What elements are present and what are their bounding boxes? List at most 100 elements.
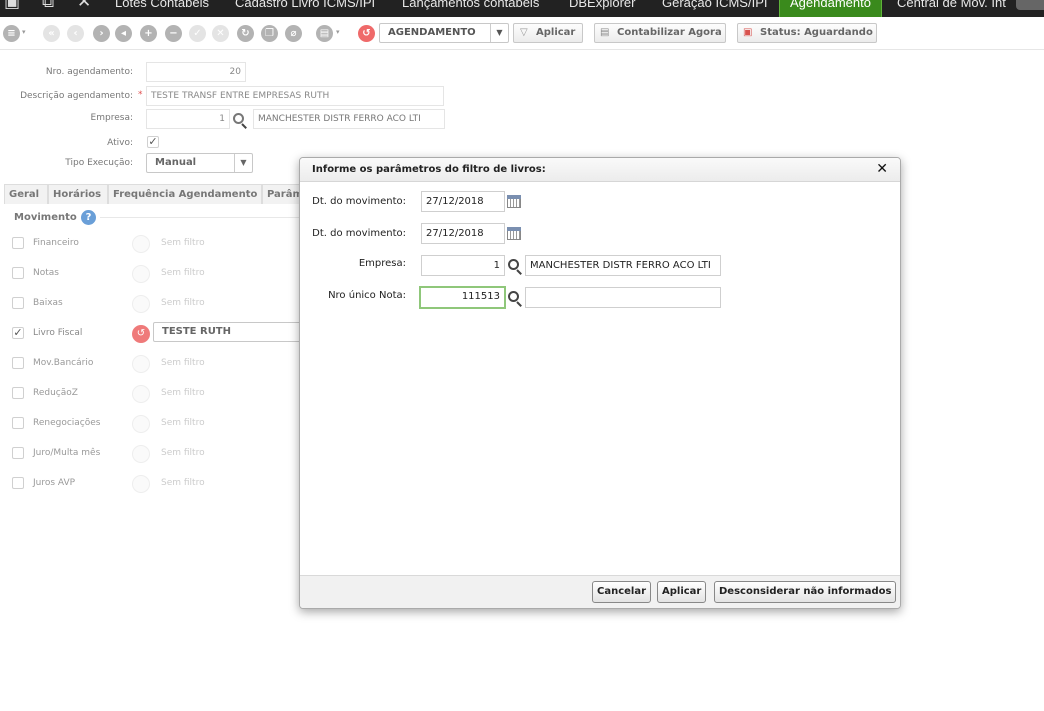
back-icon[interactable]: ◂ xyxy=(115,25,132,42)
tipo-execucao-select[interactable]: Manual ▼ xyxy=(146,153,253,173)
actions-arrow-icon[interactable]: ▾ xyxy=(336,28,340,36)
renegociacoes-label: Renegociações xyxy=(33,418,101,428)
confirm-icon[interactable]: ✓ xyxy=(189,25,206,42)
tab-dbexplorer[interactable]: DBExplorer xyxy=(569,0,635,17)
first-record-icon[interactable]: « xyxy=(43,25,60,42)
mov-bancario-filter[interactable]: Sem filtro xyxy=(161,358,205,368)
apply-filter-button[interactable]: ▽ Aplicar xyxy=(513,23,583,43)
notas-filter[interactable]: Sem filtro xyxy=(161,268,205,278)
post-now-button[interactable]: ▤ Contabilizar Agora xyxy=(594,23,726,43)
tab-cadastro-livro[interactable]: Cadastro Livro ICMS/IPI xyxy=(235,0,375,17)
filter-reset-icon[interactable]: ↺ xyxy=(132,325,150,343)
dialog-footer: Cancelar Aplicar Desconsiderar não infor… xyxy=(300,575,900,608)
tab-lancamentos-contabeis[interactable]: Lançamentos contábeis xyxy=(402,0,539,17)
search-icon[interactable] xyxy=(508,259,519,270)
apply-filter-label: Aplicar xyxy=(536,27,576,38)
remove-icon[interactable]: − xyxy=(165,25,182,42)
post-now-label: Contabilizar Agora xyxy=(617,27,722,38)
attach-icon[interactable]: ⌀ xyxy=(285,25,302,42)
juro-multa-checkbox[interactable] xyxy=(12,447,24,459)
tab-lotes-contabeis[interactable]: Lotes Contábeis xyxy=(115,0,209,17)
reducaoz-filter[interactable]: Sem filtro xyxy=(161,388,205,398)
juro-multa-filter[interactable]: Sem filtro xyxy=(161,448,205,458)
juros-avp-checkbox[interactable] xyxy=(12,477,24,489)
previous-icon[interactable]: ‹ xyxy=(67,25,84,42)
movimento-row-notas: Notas Sem filtro xyxy=(12,265,302,283)
popout-icon[interactable]: ⧉ xyxy=(42,0,54,11)
cancel-icon[interactable]: ✕ xyxy=(212,25,229,42)
renegociacoes-filter[interactable]: Sem filtro xyxy=(161,418,205,428)
descricao-field[interactable]: TESTE TRANSF ENTRE EMPRESAS RUTH xyxy=(146,86,444,106)
cancel-button[interactable]: Cancelar xyxy=(592,581,652,603)
dt-movimento-1-label: Dt. do movimento: xyxy=(312,196,406,207)
filter-clear-icon[interactable] xyxy=(132,355,150,373)
nro-agendamento-field[interactable]: 20 xyxy=(146,62,246,82)
add-icon[interactable]: + xyxy=(140,25,157,42)
juros-avp-filter[interactable]: Sem filtro xyxy=(161,478,205,488)
empresa-label: Empresa: xyxy=(90,113,133,123)
tab-geral[interactable]: Geral xyxy=(4,184,48,204)
movimento-row-juro-multa: Juro/Multa mês Sem filtro xyxy=(12,445,302,463)
filter-clear-icon[interactable] xyxy=(132,385,150,403)
actions-icon[interactable]: ▤ xyxy=(316,25,333,42)
filter-clear-icon[interactable] xyxy=(132,295,150,313)
ignore-uninformed-button[interactable]: Desconsiderar não informados xyxy=(714,581,897,603)
notas-checkbox[interactable] xyxy=(12,267,24,279)
mov-bancario-label: Mov.Bancário xyxy=(33,358,94,368)
status-button[interactable]: ▣ Status: Aguardando xyxy=(737,23,877,43)
tab-horarios[interactable]: Horários xyxy=(48,184,108,204)
window-icon[interactable]: ▣ xyxy=(4,0,20,11)
renegociacoes-checkbox[interactable] xyxy=(12,417,24,429)
dialog-title: Informe os parâmetros do filtro de livro… xyxy=(312,164,546,175)
baixas-checkbox[interactable] xyxy=(12,297,24,309)
financeiro-checkbox[interactable] xyxy=(12,237,24,249)
filter-clear-icon[interactable] xyxy=(132,475,150,493)
help-icon[interactable]: ? xyxy=(81,210,96,225)
ativo-checkbox[interactable]: ✓ xyxy=(147,136,159,148)
juro-multa-label: Juro/Multa mês xyxy=(33,448,101,458)
grid-menu-arrow-icon[interactable]: ▾ xyxy=(22,28,26,36)
livro-fiscal-filter-select[interactable]: TESTE RUTH xyxy=(153,322,313,342)
nro-agendamento-label: Nro. agendamento: xyxy=(45,67,133,77)
notas-label: Notas xyxy=(33,268,59,278)
financeiro-filter[interactable]: Sem filtro xyxy=(161,238,205,248)
baixas-filter[interactable]: Sem filtro xyxy=(161,298,205,308)
mov-bancario-checkbox[interactable] xyxy=(12,357,24,369)
tab-parametros[interactable]: Parâm xyxy=(262,184,303,204)
movimento-row-baixas: Baixas Sem filtro xyxy=(12,295,302,313)
tab-central-mov[interactable]: Central de Mov. Int xyxy=(897,0,1006,17)
tab-frequencia[interactable]: Frequência Agendamento xyxy=(108,184,262,204)
close-icon[interactable]: ✕ xyxy=(876,161,888,177)
copy-icon[interactable]: ❐ xyxy=(261,25,278,42)
calendar-icon[interactable] xyxy=(507,195,521,208)
financeiro-label: Financeiro xyxy=(33,238,79,248)
calendar-icon[interactable] xyxy=(507,227,521,240)
grid-menu-icon[interactable]: ≡ xyxy=(3,25,20,42)
ativo-label: Ativo: xyxy=(107,138,133,148)
tab-geracao-icms[interactable]: Geração ICMS/IPI xyxy=(662,0,767,17)
close-icon[interactable]: ✕ xyxy=(77,0,91,11)
empresa-code-field[interactable]: 1 xyxy=(146,109,230,129)
dt-movimento-2-input[interactable]: 27/12/2018 xyxy=(421,223,505,244)
livro-fiscal-checkbox[interactable]: ✓ xyxy=(12,327,24,339)
top-menu-bar: ▣ ⧉ ✕ Lotes Contábeis Cadastro Livro ICM… xyxy=(0,0,1044,17)
chevron-down-icon: ▼ xyxy=(234,154,252,172)
required-marker: * xyxy=(138,90,143,100)
dt-movimento-1-input[interactable]: 27/12/2018 xyxy=(421,191,505,212)
tab-agendamento[interactable]: Agendamento xyxy=(779,0,882,17)
empresa-dialog-code-input[interactable]: 1 xyxy=(421,255,505,276)
tab-scroll-button[interactable] xyxy=(1016,0,1044,10)
nro-unico-nota-input[interactable]: 111513 xyxy=(419,286,506,309)
filter-clear-icon[interactable] xyxy=(132,415,150,433)
filter-clear-icon[interactable] xyxy=(132,445,150,463)
apply-button[interactable]: Aplicar xyxy=(657,581,707,603)
filter-reset-icon[interactable]: ↺ xyxy=(358,25,375,42)
filter-clear-icon[interactable] xyxy=(132,265,150,283)
refresh-icon[interactable]: ↻ xyxy=(237,25,254,42)
reducaoz-checkbox[interactable] xyxy=(12,387,24,399)
view-select[interactable]: AGENDAMENTO ▼ xyxy=(379,23,509,43)
filter-clear-icon[interactable] xyxy=(132,235,150,253)
empresa-search-icon[interactable] xyxy=(233,113,244,124)
search-icon[interactable] xyxy=(508,291,519,302)
next-icon[interactable]: › xyxy=(93,25,110,42)
